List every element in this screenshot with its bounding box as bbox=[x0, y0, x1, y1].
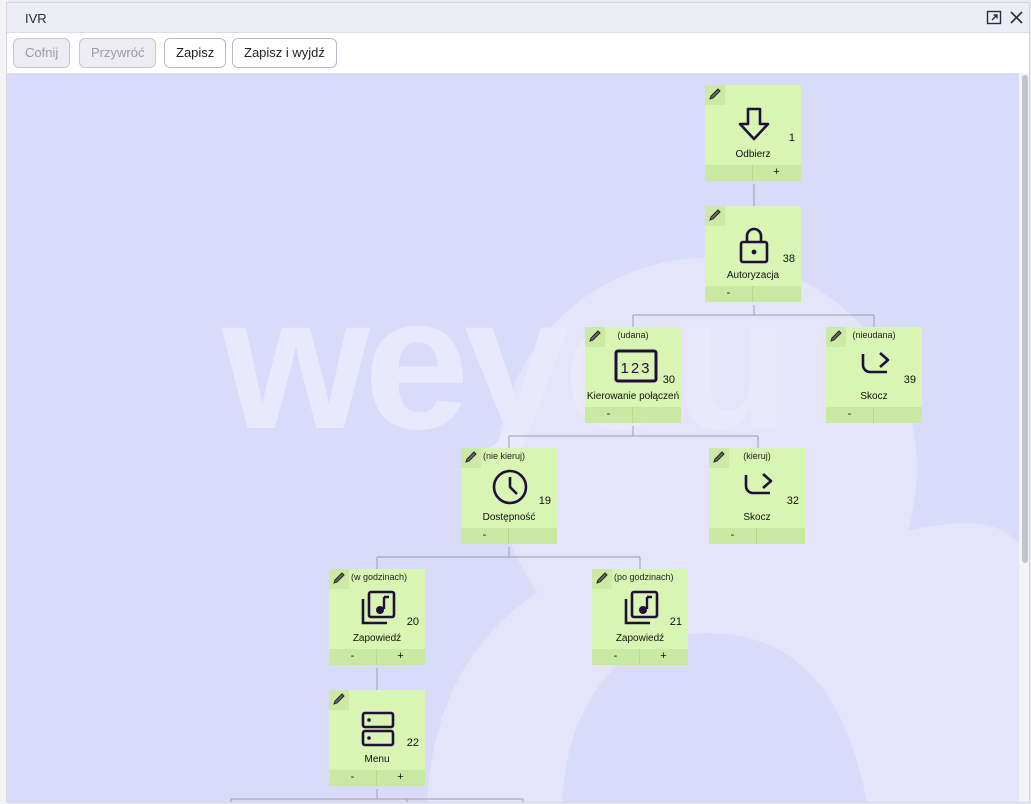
node-number: 19 bbox=[538, 495, 551, 507]
node-footer: - bbox=[461, 528, 557, 544]
node-label: Skocz bbox=[743, 512, 771, 523]
node-label: Autoryzacja bbox=[726, 270, 780, 281]
node-condition: (w godzinach) bbox=[351, 572, 408, 582]
add-branch-button[interactable] bbox=[874, 407, 921, 423]
redirect-icon bbox=[861, 352, 890, 374]
node-number: 32 bbox=[786, 495, 799, 507]
popout-icon[interactable] bbox=[986, 9, 1003, 26]
edit-node-button[interactable] bbox=[461, 448, 481, 468]
node-footer: - + bbox=[329, 770, 425, 786]
pencil-icon bbox=[465, 451, 477, 463]
scrollbar-thumb[interactable] bbox=[1022, 75, 1028, 563]
remove-branch-button[interactable]: - bbox=[329, 770, 377, 786]
add-branch-button[interactable]: + bbox=[377, 770, 424, 786]
remove-branch-button[interactable] bbox=[705, 165, 753, 181]
add-branch-button[interactable] bbox=[633, 407, 680, 423]
node-condition: (po godzinach) bbox=[614, 572, 674, 582]
ivr-node-n21[interactable]: (po godzinach) 21 Zapowiedź - + bbox=[592, 569, 688, 665]
node-condition: (kieruj) bbox=[743, 451, 771, 461]
connector-lines bbox=[230, 184, 875, 802]
node-number: 21 bbox=[669, 616, 682, 628]
clock-icon bbox=[492, 469, 528, 505]
edit-node-button[interactable] bbox=[329, 690, 349, 710]
pencil-icon bbox=[709, 209, 721, 221]
node-footer: - bbox=[709, 528, 805, 544]
ivr-node-n39[interactable]: (nieudana) 39 Skocz - bbox=[826, 327, 922, 423]
add-branch-button[interactable] bbox=[753, 286, 800, 302]
node-label: Zapowiedź bbox=[615, 633, 665, 644]
edit-node-button[interactable] bbox=[592, 569, 612, 589]
remove-branch-button[interactable]: - bbox=[592, 649, 640, 665]
ivr-dialog: IVR Cofnij Przywróć Zapisz Zapisz i wyjd… bbox=[6, 2, 1030, 803]
node-label: Odbierz bbox=[735, 149, 771, 160]
save-exit-button[interactable]: Zapisz i wyjdź bbox=[232, 38, 337, 68]
ivr-node-n19[interactable]: (nie kieruj) 19 Dostępność - bbox=[461, 448, 557, 544]
redirect-icon bbox=[744, 473, 773, 495]
node-footer: + bbox=[705, 165, 801, 181]
pencil-icon bbox=[596, 572, 608, 584]
node-number: 20 bbox=[406, 616, 419, 628]
node-footer: - bbox=[585, 407, 681, 423]
node-number: 22 bbox=[406, 737, 419, 749]
lock-icon bbox=[739, 227, 769, 264]
node-label: Kierowanie połączeń bbox=[586, 391, 680, 402]
ivr-node-n30[interactable]: (udana) 123 30 Kierowanie połączeń - bbox=[585, 327, 681, 423]
node-condition: (udana) bbox=[617, 330, 649, 340]
numpad-icon: 123 bbox=[614, 349, 658, 383]
remove-branch-button[interactable]: - bbox=[826, 407, 874, 423]
node-number: 30 bbox=[662, 374, 675, 386]
add-branch-button[interactable] bbox=[509, 528, 556, 544]
toolbar: Cofnij Przywróć Zapisz Zapisz i wyjdź bbox=[7, 33, 1029, 73]
node-number: 1 bbox=[788, 132, 795, 144]
dialog-title: IVR bbox=[25, 11, 47, 26]
ivr-node-n1[interactable]: 1 Odbierz + bbox=[705, 85, 801, 181]
close-icon[interactable] bbox=[1008, 9, 1025, 26]
node-number: 39 bbox=[903, 374, 916, 386]
music-icon bbox=[361, 590, 396, 625]
music-icon bbox=[624, 590, 659, 625]
add-branch-button[interactable]: + bbox=[377, 649, 424, 665]
remove-branch-button[interactable]: - bbox=[329, 649, 377, 665]
node-label: Zapowiedź bbox=[352, 633, 402, 644]
node-label: Menu bbox=[364, 754, 390, 765]
dialog-titlebar: IVR bbox=[7, 3, 1029, 33]
remove-branch-button[interactable]: - bbox=[461, 528, 509, 544]
pencil-icon bbox=[333, 693, 345, 705]
remove-branch-button[interactable]: - bbox=[709, 528, 757, 544]
add-branch-button[interactable] bbox=[757, 528, 804, 544]
node-label: Dostępność bbox=[482, 512, 536, 523]
remove-branch-button[interactable]: - bbox=[585, 407, 633, 423]
node-condition: (nie kieruj) bbox=[483, 451, 526, 461]
node-label: Skocz bbox=[860, 391, 888, 402]
pencil-icon bbox=[709, 88, 721, 100]
ivr-flow-canvas[interactable]: weyou 1 Odbierz +38 Autoryzacja - (udana) 123 3… bbox=[7, 73, 1019, 802]
ivr-node-n22[interactable]: 22 Menu - + bbox=[329, 690, 425, 786]
ivr-node-n38[interactable]: 38 Autoryzacja - bbox=[705, 206, 801, 302]
edit-node-button[interactable] bbox=[705, 85, 725, 105]
vertical-scrollbar[interactable] bbox=[1019, 73, 1029, 802]
node-footer: - bbox=[705, 286, 801, 302]
node-number: 38 bbox=[782, 253, 795, 265]
node-footer: - bbox=[826, 407, 922, 423]
redo-button[interactable]: Przywróć bbox=[79, 38, 157, 68]
add-branch-button[interactable]: + bbox=[640, 649, 687, 665]
svg-text:123: 123 bbox=[620, 360, 651, 377]
pencil-icon bbox=[333, 572, 345, 584]
menu-icon bbox=[361, 711, 395, 747]
edit-node-button[interactable] bbox=[705, 206, 725, 226]
undo-button[interactable]: Cofnij bbox=[13, 38, 71, 68]
edit-node-button[interactable] bbox=[329, 569, 349, 589]
ivr-node-n32[interactable]: (kieruj) 32 Skocz - bbox=[709, 448, 805, 544]
arrow-down-icon bbox=[738, 107, 770, 141]
save-button[interactable]: Zapisz bbox=[164, 38, 227, 68]
add-branch-button[interactable]: + bbox=[753, 165, 800, 181]
remove-branch-button[interactable]: - bbox=[705, 286, 753, 302]
node-footer: - + bbox=[329, 649, 425, 665]
ivr-node-n20[interactable]: (w godzinach) 20 Zapowiedź - + bbox=[329, 569, 425, 665]
node-condition: (nieudana) bbox=[852, 330, 896, 340]
node-footer: - + bbox=[592, 649, 688, 665]
